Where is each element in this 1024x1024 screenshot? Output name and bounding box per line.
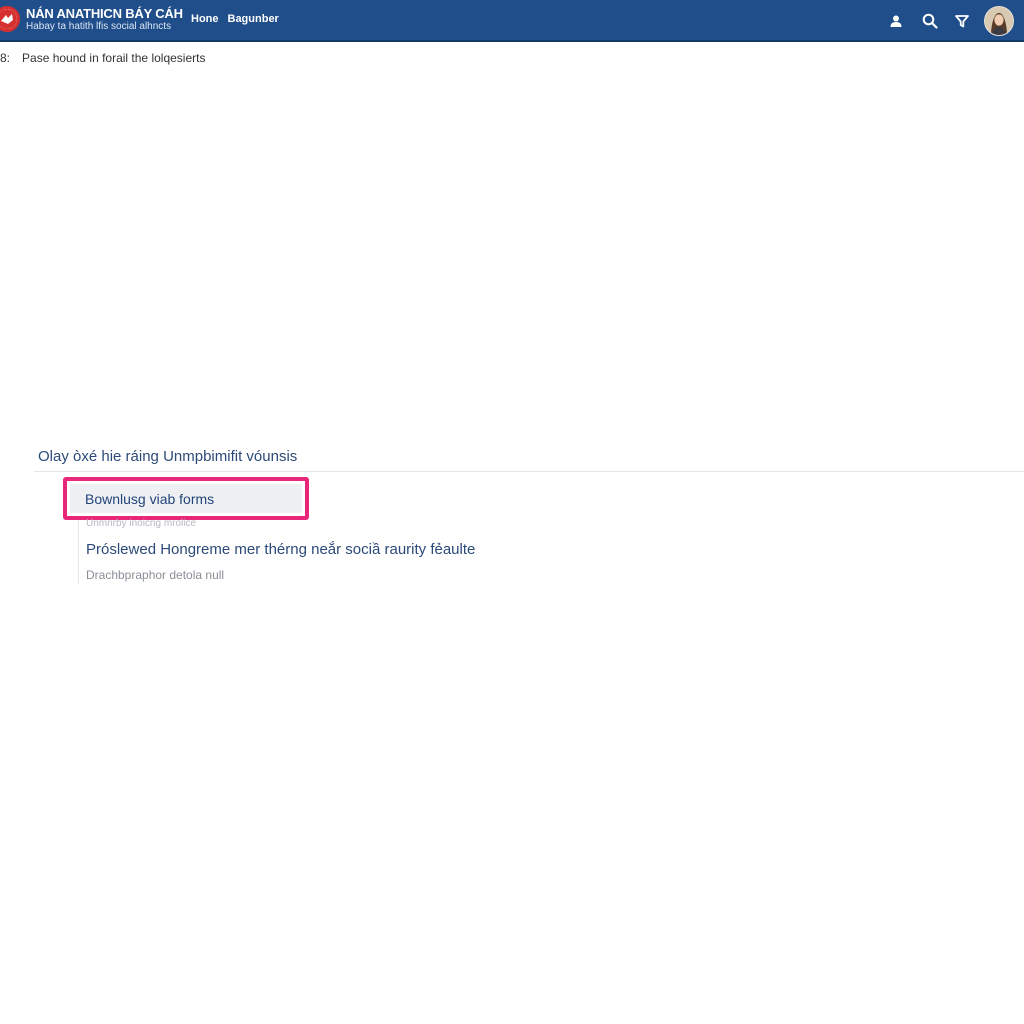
breadcrumb-number: 8:	[0, 51, 11, 65]
result-meta: Drachbpraphor detola null	[86, 568, 225, 582]
highlighted-result-link[interactable]: Bownlusg viab forms	[63, 477, 309, 520]
brand-tagline: Habay ta hatith lfis social alhncts	[26, 21, 172, 32]
nav-link-secondary[interactable]: Bagunber	[228, 13, 279, 25]
filter-icon[interactable]	[952, 11, 972, 31]
search-icon[interactable]	[920, 11, 940, 31]
brand-block: NÁN ANATHICN BÁY CÁH Habay ta hatith lfi…	[26, 7, 183, 33]
results-divider	[34, 471, 1024, 472]
breadcrumb: 8: Pase hound in forail the lolqesierts	[0, 51, 205, 65]
brand-logo[interactable]	[0, 6, 20, 32]
result-title-link[interactable]: Próslewed Hongreme mer thérng neắr sociầ…	[86, 541, 475, 558]
brand-title: NÁN ANATHICN BÁY CÁH	[26, 6, 183, 21]
top-navigation-bar: NÁN ANATHICN BÁY CÁH Habay ta hatith lfi…	[0, 0, 1024, 42]
main-nav: Hone Bagunber	[191, 13, 279, 25]
nav-link-home[interactable]: Hone	[191, 13, 219, 25]
breadcrumb-text: Pase hound in forail the lolqesierts	[22, 51, 206, 65]
user-avatar[interactable]	[984, 6, 1014, 36]
highlighted-result-label: Bownlusg viab forms	[70, 484, 302, 513]
results-heading: Olay òxé hie ráing Unmpbimifit vóunsis	[38, 448, 298, 465]
user-icon[interactable]	[886, 11, 906, 31]
highlighted-result-subtext: Unmnrby inoicng mrolice	[86, 518, 197, 529]
